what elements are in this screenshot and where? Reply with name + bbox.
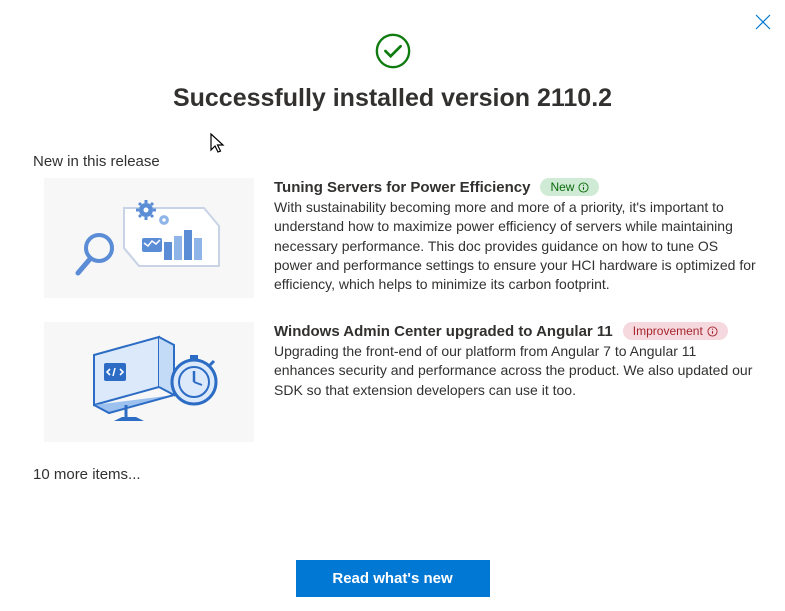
section-label: New in this release xyxy=(33,153,785,170)
release-item: Windows Admin Center upgraded to Angular… xyxy=(44,322,765,442)
item-title: Windows Admin Center upgraded to Angular… xyxy=(274,323,613,340)
badge-label: New xyxy=(550,180,574,194)
server-efficiency-icon xyxy=(64,188,234,288)
release-item: Tuning Servers for Power Efficiency New … xyxy=(44,178,765,298)
improvement-badge: Improvement xyxy=(623,322,728,340)
item-description: Upgrading the front-end of our platform … xyxy=(274,342,757,400)
footer: Read what's new xyxy=(0,560,785,597)
page-title: Successfully installed version 2110.2 xyxy=(0,84,785,113)
item-thumbnail xyxy=(44,322,254,442)
badge-label: Improvement xyxy=(633,324,703,338)
info-icon xyxy=(707,326,718,337)
new-badge: New xyxy=(540,178,599,196)
close-button[interactable] xyxy=(755,14,771,30)
read-whats-new-button[interactable]: Read what's new xyxy=(296,560,490,597)
header: Successfully installed version 2110.2 xyxy=(0,0,785,113)
item-body: Windows Admin Center upgraded to Angular… xyxy=(274,322,765,442)
close-icon xyxy=(755,14,771,30)
success-check-icon xyxy=(374,32,412,70)
item-body: Tuning Servers for Power Efficiency New … xyxy=(274,178,765,298)
release-items-list: Tuning Servers for Power Efficiency New … xyxy=(0,178,785,442)
item-description: With sustainability becoming more and mo… xyxy=(274,198,757,295)
info-icon xyxy=(578,182,589,193)
item-title: Tuning Servers for Power Efficiency xyxy=(274,179,530,196)
more-items-link[interactable]: 10 more items... xyxy=(33,466,785,483)
item-thumbnail xyxy=(44,178,254,298)
angular-upgrade-icon xyxy=(64,327,234,437)
